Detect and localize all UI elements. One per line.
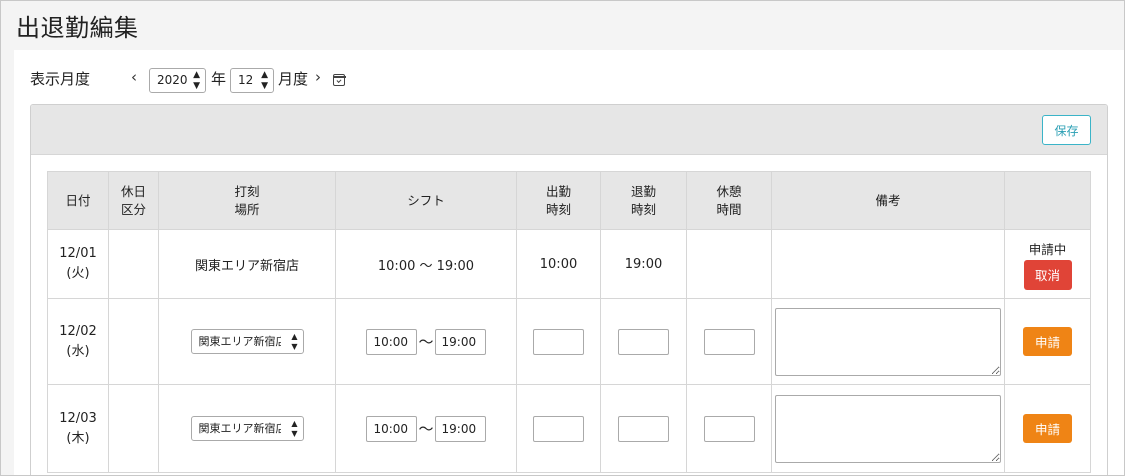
note-cell (771, 229, 1005, 299)
shift-end-input[interactable] (434, 328, 486, 355)
note-textarea[interactable] (775, 307, 1001, 376)
col-header-holiday: 休日 区分 (108, 171, 159, 230)
shift-start-input[interactable] (366, 328, 418, 355)
app-frame: 出退勤編集 表示月度 ‹ 2020 ▲ ▼ 年 12 ▲ ▼ 月度 › 保存 日… (0, 0, 1125, 476)
clock-in-cell: 10:00 (516, 229, 601, 299)
shift-separator: 〜 (418, 420, 434, 438)
date-cell: 12/02 (水) (47, 298, 109, 385)
clock-out-cell (600, 298, 687, 385)
place-select[interactable]: 関東エリア新宿店 ▲ ▼ (190, 416, 304, 441)
table-header-row: 日付 休日 区分 打刻 場所 シフト 出勤 時刻 退勤 時刻 休憩 時間 備考 (47, 171, 1091, 230)
table-row: 12/03(木) 関東エリア新宿店 ▲▼ 〜 (47, 384, 1091, 473)
status-badge: 申請中 (1028, 241, 1067, 257)
break-input[interactable] (703, 328, 755, 355)
shift-end-input[interactable] (434, 415, 486, 442)
month-select-value: 12 (238, 73, 254, 87)
calendar-icon[interactable] (332, 74, 346, 86)
action-cell: 申請 (1004, 384, 1091, 473)
col-header-date: 日付 (47, 171, 109, 230)
break-input[interactable] (703, 415, 755, 442)
shift-cell: 10:00 〜 19:00 (335, 229, 517, 299)
holiday-cell (108, 229, 159, 299)
note-cell (771, 298, 1005, 385)
holiday-cell (108, 298, 159, 385)
table-row: 12/02(水) 関東エリア新宿店 ▲▼ 〜 (47, 298, 1091, 385)
chevron-left-icon[interactable]: ‹ (131, 68, 137, 86)
page-title: 出退勤編集 (16, 14, 139, 42)
clock-in-cell (516, 298, 601, 385)
action-cell: 申請中 取消 (1004, 229, 1091, 299)
holiday-cell (108, 384, 159, 473)
clock-in-input[interactable] (533, 328, 584, 355)
card-toolbar: 保存 (31, 105, 1107, 155)
shift-start-input[interactable] (366, 415, 418, 442)
place-cell: 関東エリア新宿店 ▲ ▼ (158, 298, 336, 385)
attendance-card: 保存 日付 休日区分 打刻場所 シフト 出勤時刻 退勤時刻 休憩時間 (30, 104, 1108, 475)
shift-separator: 〜 (418, 333, 434, 351)
month-selector: 表示月度 ‹ 2020 ▲ ▼ 年 12 ▲ ▼ 月度 › (14, 64, 1124, 94)
clock-out-input[interactable] (618, 328, 669, 355)
year-unit: 年 (211, 70, 227, 88)
save-button[interactable]: 保存 (1042, 115, 1091, 145)
month-unit: 月度 (278, 70, 309, 88)
clock-in-cell (516, 384, 601, 473)
chevron-right-icon[interactable]: › (315, 68, 321, 86)
note-textarea[interactable] (775, 394, 1001, 463)
date-cell: 12/03 (木) (47, 384, 109, 473)
break-cell (686, 384, 772, 473)
attendance-table: 日付 休日 区分 打刻 場所 シフト 出勤 時刻 退勤 時刻 休憩 時間 備考 12/01… (47, 171, 1091, 473)
content-panel: 表示月度 ‹ 2020 ▲ ▼ 年 12 ▲ ▼ 月度 › 保存 日付 休日 区… (14, 50, 1124, 475)
select-arrows-icon: ▲ ▼ (261, 69, 268, 91)
table-row: 12/01 (火) 関東エリア新宿店 10:00 〜 19:00 10:00 19… (47, 229, 1091, 299)
month-select[interactable]: 12 ▲ ▼ (230, 68, 274, 93)
shift-cell: 〜 (335, 384, 517, 473)
clock-out-cell (600, 384, 687, 473)
apply-request-button[interactable]: 申請 (1023, 414, 1072, 443)
year-select[interactable]: 2020 ▲ ▼ (149, 68, 206, 93)
date-cell: 12/01 (火) (47, 229, 109, 299)
place-cell: 関東エリア新宿店 ▲ ▼ (158, 384, 336, 473)
clock-in-input[interactable] (533, 415, 584, 442)
break-cell (686, 229, 772, 299)
col-header-action (1004, 171, 1091, 230)
note-cell (771, 384, 1005, 473)
select-arrows-icon: ▲ ▼ (193, 69, 200, 91)
col-header-shift: シフト (335, 171, 517, 230)
break-cell (686, 298, 772, 385)
col-header-clock-out: 退勤 時刻 (600, 171, 687, 230)
clock-out-cell: 19:00 (600, 229, 687, 299)
action-cell: 申請 (1004, 298, 1091, 385)
cancel-request-button[interactable]: 取消 (1023, 259, 1072, 290)
clock-out-input[interactable] (618, 415, 669, 442)
col-header-clock-in: 出勤 時刻 (516, 171, 601, 230)
select-arrows-icon: ▲ ▼ (291, 331, 298, 351)
col-header-break: 休憩 時間 (686, 171, 772, 230)
select-arrows-icon: ▲ ▼ (291, 418, 298, 438)
month-selector-label: 表示月度 (30, 70, 91, 88)
year-select-value: 2020 (157, 73, 188, 87)
shift-cell: 〜 (335, 298, 517, 385)
place-select[interactable]: 関東エリア新宿店 ▲ ▼ (190, 329, 304, 354)
col-header-place: 打刻 場所 (158, 171, 336, 230)
place-cell: 関東エリア新宿店 (158, 229, 336, 299)
apply-request-button[interactable]: 申請 (1023, 327, 1072, 356)
col-header-note: 備考 (771, 171, 1005, 230)
